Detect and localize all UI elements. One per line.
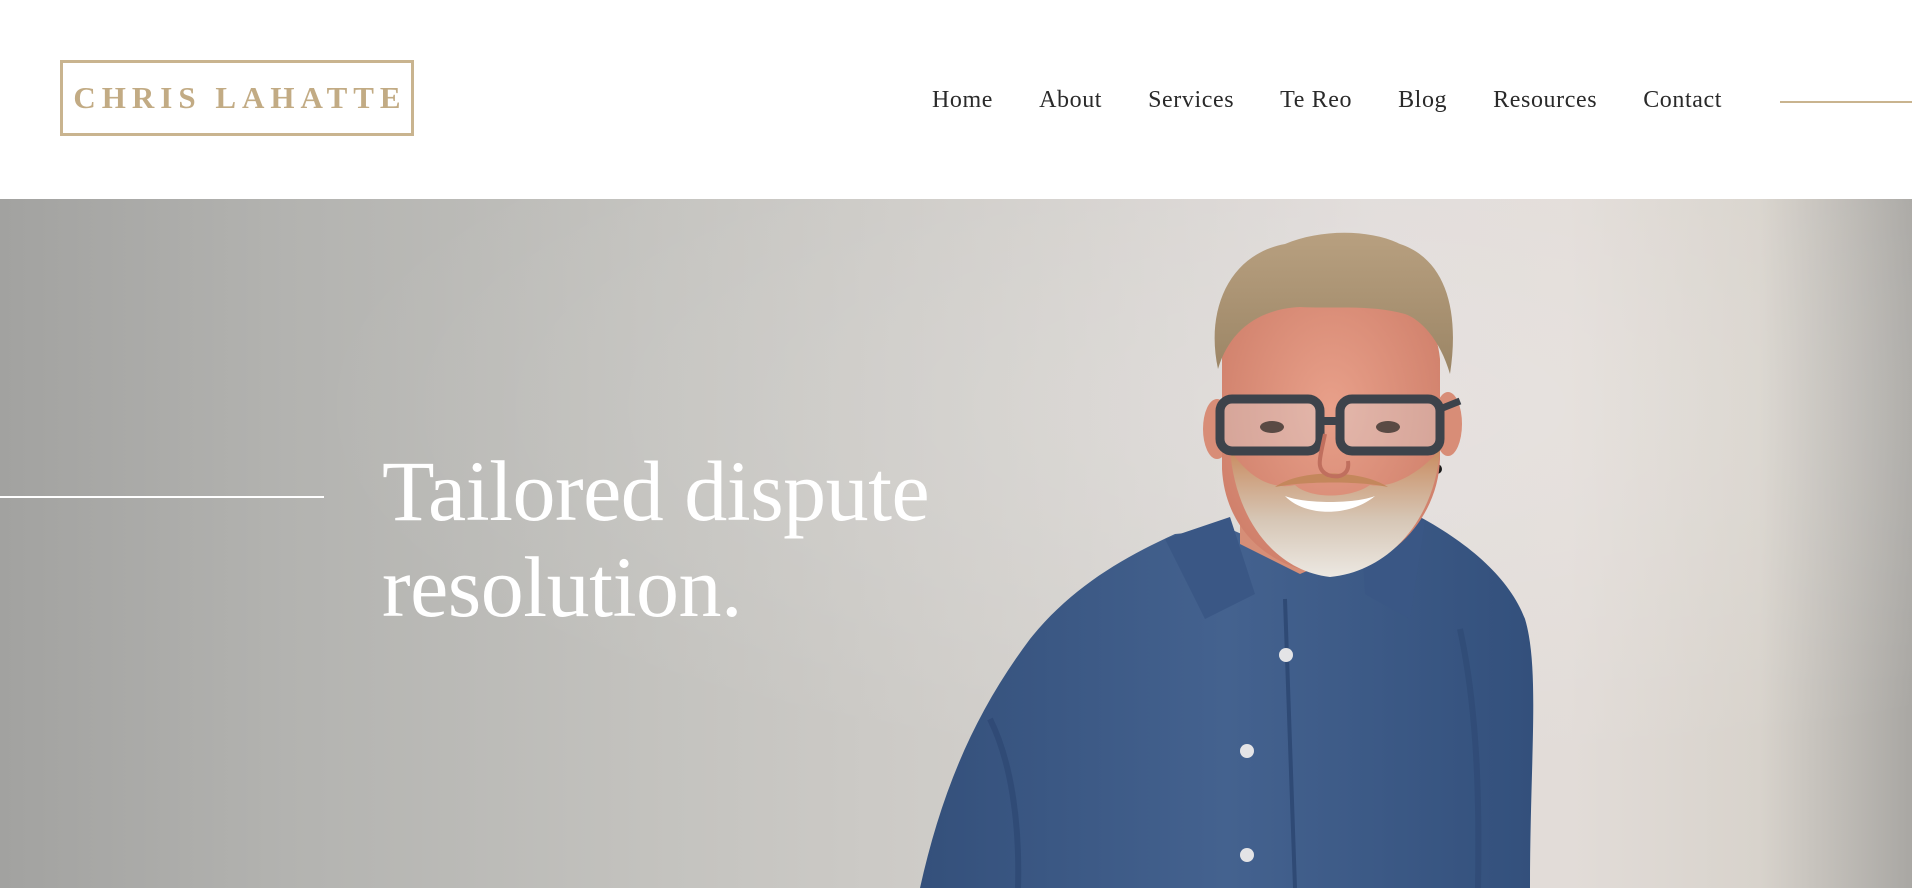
nav-item-resources[interactable]: Resources [1493, 87, 1597, 114]
hero-heading-line-1: Tailored dispute [382, 443, 930, 539]
nav-item-te-reo[interactable]: Te Reo [1280, 87, 1352, 114]
nav-item-contact[interactable]: Contact [1643, 87, 1722, 114]
hero-section: Tailored dispute resolution. [0, 199, 1912, 888]
portrait-photo [920, 232, 1534, 888]
nav-decorative-line [1780, 101, 1912, 103]
nav-item-about[interactable]: About [1039, 87, 1102, 114]
hero-heading: Tailored dispute resolution. [382, 443, 930, 635]
site-header: CHRIS LAHATTE Home About Services Te Reo… [0, 0, 1912, 199]
logo-text: CHRIS LAHATTE [73, 80, 407, 115]
nav-item-services[interactable]: Services [1148, 87, 1234, 114]
nav-item-blog[interactable]: Blog [1398, 87, 1447, 114]
page: CHRIS LAHATTE Home About Services Te Reo… [0, 0, 1912, 888]
hero-heading-line-2: resolution. [382, 539, 742, 635]
nav-item-home[interactable]: Home [932, 87, 993, 114]
main-nav: Home About Services Te Reo Blog Resource… [932, 82, 1722, 118]
hero-decorative-line [0, 496, 324, 498]
site-logo[interactable]: CHRIS LAHATTE [60, 60, 414, 136]
